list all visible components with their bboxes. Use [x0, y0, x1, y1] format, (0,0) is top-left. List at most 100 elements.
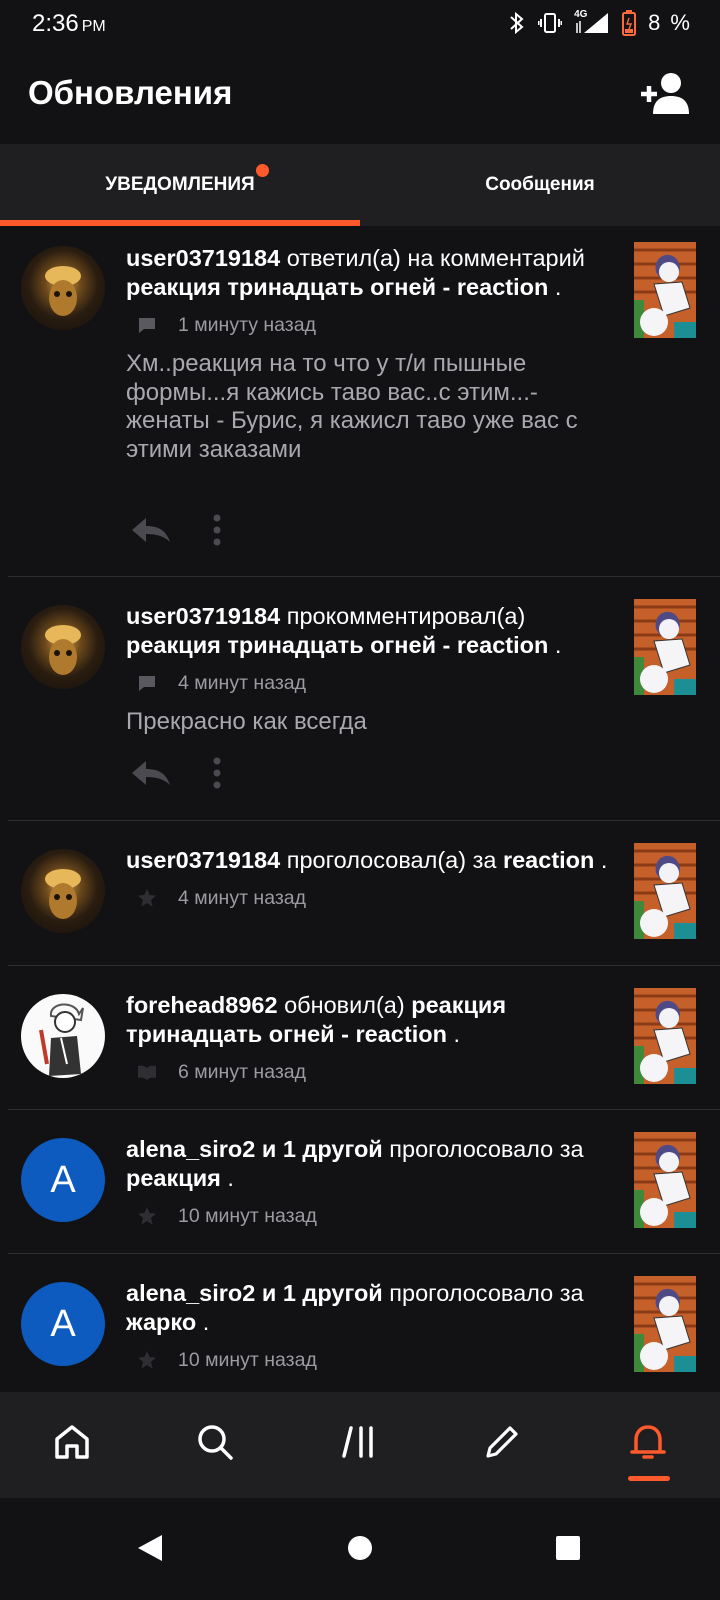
- avatar[interactable]: A: [21, 1138, 105, 1222]
- comment-actions: [130, 757, 222, 789]
- more-options-icon[interactable]: [212, 757, 222, 789]
- notification-text: user03719184 прокомментировал(а) реакция…: [126, 602, 616, 737]
- avatar-image: [45, 625, 81, 675]
- meta-row: 4 минут назад: [136, 668, 616, 698]
- app-bar: Обновления: [0, 48, 720, 144]
- search-icon: [198, 1425, 233, 1460]
- nav-search[interactable]: [187, 1418, 243, 1466]
- nav-write[interactable]: [474, 1418, 530, 1466]
- story-cover[interactable]: [634, 599, 696, 695]
- timestamp: 1 минуту назад: [178, 313, 316, 336]
- story-cover[interactable]: [634, 242, 696, 338]
- status-time: 2:36 PM: [32, 10, 106, 38]
- notification-text: user03719184 проголосовал(а) за reaction…: [126, 846, 616, 913]
- time-ampm: PM: [81, 18, 106, 35]
- timestamp: 4 минут назад: [178, 886, 306, 909]
- username[interactable]: user03719184: [126, 245, 280, 271]
- system-nav-bar: [0, 1498, 720, 1600]
- battery-percent: 8 %: [648, 10, 692, 35]
- notification-headline: alena_siro2 и 1 другой проголосовало за …: [126, 1135, 616, 1193]
- tab-notifications[interactable]: УВЕДОМЛЕНИЯ: [0, 144, 360, 226]
- cover-image: [634, 843, 696, 939]
- story-cover[interactable]: [634, 843, 696, 939]
- reply-icon[interactable]: [130, 759, 172, 787]
- tab-messages-label: Сообщения: [485, 174, 595, 195]
- avatar-image: [39, 1003, 84, 1076]
- tab-messages[interactable]: Сообщения: [360, 144, 720, 226]
- nav-notifications[interactable]: [620, 1418, 676, 1466]
- more-options-icon[interactable]: [212, 514, 222, 546]
- notification-list: user03719184 ответил(а) на комментарий р…: [0, 226, 720, 1394]
- avatar[interactable]: A: [21, 1282, 105, 1366]
- comment-icon: [139, 676, 155, 691]
- status-icons: 4G 8 %: [508, 9, 692, 36]
- comment-body: Прекрасно как всегда: [126, 708, 367, 735]
- add-user-button[interactable]: [640, 72, 692, 116]
- list-item[interactable]: A alena_siro2 и 1 другой проголосовало з…: [8, 1110, 720, 1254]
- meta-row: 10 минут назад: [136, 1201, 616, 1231]
- notification-headline: forehead8962 обновил(а) реакция тринадца…: [126, 991, 616, 1049]
- list-item[interactable]: A alena_siro2 и 1 другой проголосовало з…: [8, 1254, 720, 1394]
- home-circle-icon: [348, 1536, 372, 1560]
- comment-actions: [130, 514, 222, 546]
- action-text: ответил(а) на комментарий: [286, 245, 585, 271]
- avatar[interactable]: [21, 246, 105, 330]
- avatar[interactable]: [21, 605, 105, 689]
- cover-image: [634, 1276, 696, 1372]
- notification-headline: alena_siro2 и 1 другой проголосовало за …: [126, 1279, 616, 1337]
- notification-headline: user03719184 прокомментировал(а) реакция…: [126, 602, 616, 660]
- cover-image: [634, 242, 696, 338]
- story-cover[interactable]: [634, 1276, 696, 1372]
- notification-text: alena_siro2 и 1 другой проголосовало за …: [126, 1135, 616, 1231]
- bell-icon: [630, 1425, 666, 1459]
- library-icon: [342, 1426, 373, 1458]
- story-cover[interactable]: [634, 1132, 696, 1228]
- action-text: проголосовало за: [389, 1280, 584, 1306]
- avatar-image: [45, 266, 81, 316]
- story-title[interactable]: реакция тринадцать огней - reaction: [126, 632, 548, 658]
- username[interactable]: user03719184: [126, 847, 280, 873]
- notification-headline: user03719184 ответил(а) на комментарий р…: [126, 244, 616, 302]
- suffix: .: [554, 274, 562, 300]
- star-icon: [138, 889, 156, 907]
- list-item[interactable]: user03719184 ответил(а) на комментарий р…: [8, 226, 720, 577]
- story-title[interactable]: реакция тринадцать огней - reaction: [126, 274, 548, 300]
- meta-row: 10 минут назад: [136, 1345, 616, 1375]
- avatar[interactable]: [21, 994, 105, 1078]
- notification-text: alena_siro2 и 1 другой проголосовало за …: [126, 1279, 616, 1375]
- star-icon: [138, 1351, 156, 1369]
- username[interactable]: alena_siro2 и 1 другой: [126, 1136, 383, 1162]
- reply-icon[interactable]: [130, 516, 172, 544]
- system-home-button[interactable]: [340, 1528, 380, 1568]
- notification-text: user03719184 ответил(а) на комментарий р…: [126, 244, 616, 464]
- list-item[interactable]: user03719184 прокомментировал(а) реакция…: [8, 577, 720, 821]
- list-item[interactable]: user03719184 проголосовал(а) за reaction…: [8, 821, 720, 966]
- system-recents-button[interactable]: [548, 1528, 588, 1568]
- action-text: прокомментировал(а): [286, 603, 526, 629]
- pencil-icon: [486, 1426, 518, 1458]
- suffix: .: [202, 1309, 210, 1335]
- username[interactable]: forehead8962: [126, 992, 278, 1018]
- avatar[interactable]: [21, 849, 105, 933]
- username[interactable]: user03719184: [126, 603, 280, 629]
- book-icon: [138, 1065, 156, 1080]
- vibrate-icon: [538, 13, 563, 33]
- story-cover[interactable]: [634, 988, 696, 1084]
- system-back-button[interactable]: [130, 1528, 170, 1568]
- add-user-icon: [641, 73, 689, 114]
- story-title[interactable]: реакция: [126, 1165, 221, 1191]
- tab-notifications-wrap: УВЕДОМЛЕНИЯ: [105, 164, 269, 196]
- status-bar: 2:36 PM 4G 8 %: [0, 0, 720, 48]
- nav-home[interactable]: [44, 1418, 100, 1466]
- avatar-letter: A: [50, 1158, 76, 1201]
- username[interactable]: alena_siro2 и 1 другой: [126, 1280, 383, 1306]
- timestamp: 10 минут назад: [178, 1348, 317, 1371]
- story-title[interactable]: жарко: [126, 1309, 196, 1335]
- avatar-letter: A: [50, 1302, 76, 1345]
- recents-icon: [556, 1536, 580, 1560]
- nav-library[interactable]: [331, 1418, 387, 1466]
- notification-headline: user03719184 проголосовал(а) за reaction…: [126, 846, 616, 875]
- story-title[interactable]: reaction: [503, 847, 594, 873]
- list-item[interactable]: forehead8962 обновил(а) реакция тринадца…: [8, 966, 720, 1110]
- meta-row: 4 минут назад: [136, 883, 616, 913]
